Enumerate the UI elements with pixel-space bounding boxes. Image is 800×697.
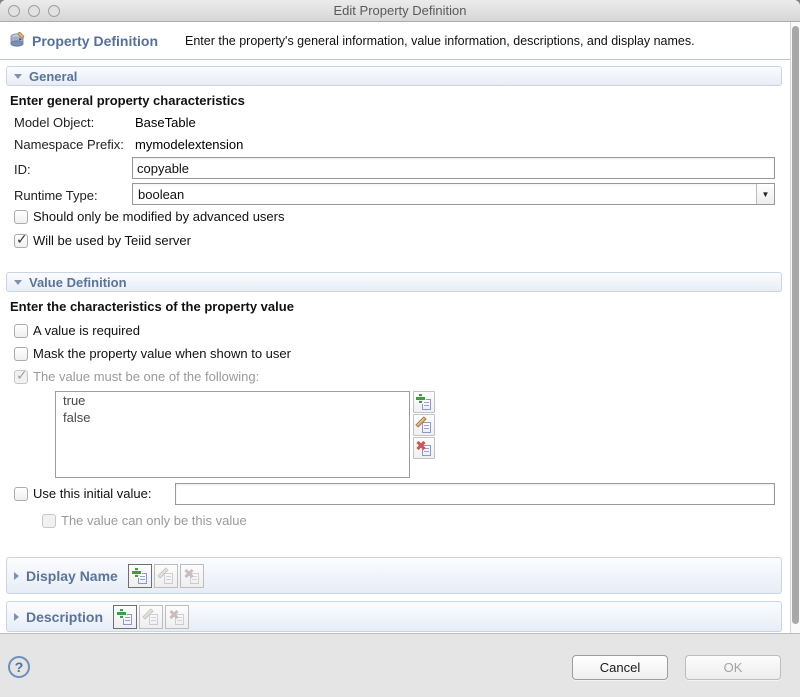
title-bar: Edit Property Definition [0,0,800,22]
edit-display-name-button [154,564,178,588]
runtime-type-value: boolean [133,187,756,202]
edit-item-icon [158,568,174,584]
teiid-server-checkbox[interactable]: ✓ [14,234,28,248]
runtime-type-combo[interactable]: boolean ▼ [132,183,775,205]
section-header-description[interactable]: Description [6,601,782,632]
value-required-checkbox[interactable]: ✓ [14,324,28,338]
value-definition-subtitle: Enter the characteristics of the propert… [10,299,294,314]
add-item-icon [132,568,148,584]
twistie-collapsed-icon [14,572,19,580]
id-input[interactable] [132,157,775,179]
advanced-users-label: Should only be modified by advanced user… [33,209,285,224]
section-title: Value Definition [29,275,127,290]
add-description-button[interactable] [113,605,137,629]
check-icon: ✓ [16,367,28,384]
twistie-open-icon [14,74,22,79]
section-title: Display Name [26,568,118,584]
one-of-following-checkbox-row: ✓ The value must be one of the following… [14,369,259,384]
initial-value-checkbox-row: ✓ Use this initial value: [14,486,152,501]
edit-value-button[interactable] [413,414,435,436]
section-title: Description [26,609,103,625]
edit-description-button [139,605,163,629]
namespace-prefix-label: Namespace Prefix: [14,137,124,152]
dropdown-arrow-icon[interactable]: ▼ [756,184,774,204]
teiid-server-checkbox-row: ✓ Will be used by Teiid server [14,233,191,248]
only-this-value-label: The value can only be this value [61,513,247,528]
mask-value-checkbox-row: ✓ Mask the property value when shown to … [14,346,291,361]
delete-display-name-button [180,564,204,588]
display-name-toolbar [128,564,206,588]
initial-value-label: Use this initial value: [33,486,152,501]
only-this-value-checkbox: ✓ [42,514,56,528]
property-definition-icon [9,31,27,49]
namespace-prefix-value: mymodelextension [135,137,243,152]
add-display-name-button[interactable] [128,564,152,588]
list-item[interactable]: false [56,409,409,426]
section-header-value-definition[interactable]: Value Definition [6,272,782,292]
check-icon: ✓ [16,231,28,248]
value-required-checkbox-row: ✓ A value is required [14,323,140,338]
dialog-title: Property Definition [32,33,158,49]
vertical-scrollbar[interactable] [790,22,800,633]
edit-property-definition-dialog: Edit Property Definition Property Defini… [0,0,800,697]
initial-value-input[interactable] [175,483,775,505]
model-object-label: Model Object: [14,115,94,130]
id-label: ID: [14,162,31,177]
delete-item-icon [184,568,200,584]
model-object-value: BaseTable [135,115,196,130]
description-toolbar [113,605,191,629]
teiid-server-label: Will be used by Teiid server [33,233,191,248]
mask-value-checkbox[interactable]: ✓ [14,347,28,361]
edit-item-icon [143,609,159,625]
section-header-general[interactable]: General [6,66,782,86]
dialog-header: Property Definition Enter the property's… [0,23,790,60]
one-of-following-checkbox: ✓ [14,370,28,384]
delete-item-icon [169,609,185,625]
delete-item-icon [416,440,432,456]
ok-button: OK [685,655,781,680]
add-item-icon [117,609,133,625]
button-bar: ? Cancel OK [0,633,800,697]
delete-description-button [165,605,189,629]
one-of-following-label: The value must be one of the following: [33,369,259,384]
initial-value-checkbox[interactable]: ✓ [14,487,28,501]
only-this-value-checkbox-row: ✓ The value can only be this value [42,513,247,528]
section-title: General [29,69,77,84]
help-button[interactable]: ? [8,656,30,678]
add-value-button[interactable] [413,391,435,413]
runtime-type-label: Runtime Type: [14,188,98,203]
advanced-users-checkbox-row: ✓ Should only be modified by advanced us… [14,209,285,224]
dialog-description: Enter the property's general information… [185,34,695,48]
mask-value-label: Mask the property value when shown to us… [33,346,291,361]
section-header-display-name[interactable]: Display Name [6,557,782,594]
scrollbar-thumb[interactable] [792,26,799,624]
list-item[interactable]: true [56,392,409,409]
cancel-button[interactable]: Cancel [572,655,668,680]
twistie-open-icon [14,280,22,285]
twistie-collapsed-icon [14,613,19,621]
edit-item-icon [416,417,432,433]
value-required-label: A value is required [33,323,140,338]
window-title: Edit Property Definition [0,0,800,22]
allowed-values-list[interactable]: true false [55,391,410,478]
general-subtitle: Enter general property characteristics [10,93,245,108]
delete-value-button[interactable] [413,437,435,459]
advanced-users-checkbox[interactable]: ✓ [14,210,28,224]
add-item-icon [416,394,432,410]
